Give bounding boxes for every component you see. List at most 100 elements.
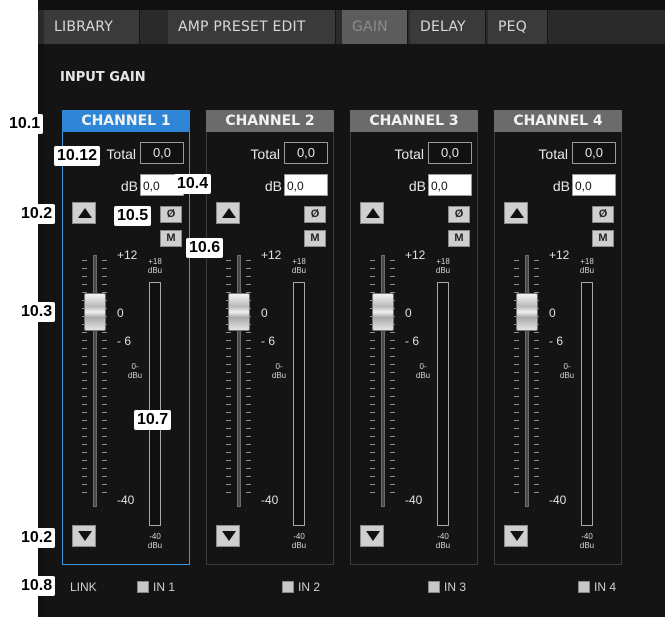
db-label: dB (408, 178, 426, 194)
scale-minus6: - 6 (117, 334, 132, 348)
scale-plus12: +12 (549, 248, 570, 262)
mute-button[interactable]: M (160, 230, 182, 247)
meter-top-label: +18 dBu (291, 257, 307, 275)
gain-down-button[interactable] (360, 525, 384, 547)
level-meter (293, 282, 305, 526)
level-meter (581, 282, 593, 526)
mute-button[interactable]: M (448, 230, 470, 247)
scale-zero: 0 (117, 306, 124, 320)
fader-knob[interactable] (228, 293, 250, 331)
scale-zero: 0 (549, 306, 556, 320)
link-checkbox-in3[interactable] (428, 581, 440, 593)
total-label: Total (394, 146, 424, 162)
tab-peq[interactable]: PEQ (488, 10, 548, 44)
fader-knob[interactable] (372, 293, 394, 331)
channel-4: CHANNEL 4 Total 0,0 dB 0,0 Ø M +12 0 - 6… (494, 110, 622, 565)
meter-mid-label: 0- dBu (127, 362, 143, 380)
mute-button[interactable]: M (592, 230, 614, 247)
channel-1: CHANNEL 1 Total 0,0 dB 0,0 Ø M +12 0 - 6… (62, 110, 190, 565)
callout-10-6: 10.6 (186, 238, 224, 258)
meter-bottom-label: -40 dBu (147, 532, 163, 550)
scale-plus12: +12 (261, 248, 282, 262)
scale-minus40: -40 (117, 493, 135, 507)
phase-invert-button[interactable]: Ø (448, 206, 470, 223)
callout-10-2-top: 10.2 (18, 204, 56, 224)
callout-10-12: 10.12 (54, 146, 101, 166)
meter-mid-label: 0- dBu (271, 362, 287, 380)
meter-mid-label: 0- dBu (415, 362, 431, 380)
total-value: 0,0 (140, 142, 184, 164)
gain-up-button[interactable] (72, 202, 96, 224)
channel-header[interactable]: CHANNEL 4 (494, 110, 622, 132)
phase-invert-button[interactable]: Ø (160, 206, 182, 223)
channel-2: CHANNEL 2 Total 0,0 dB 0,0 Ø M +12 0 - 6… (206, 110, 334, 565)
phase-invert-button[interactable]: Ø (592, 206, 614, 223)
meter-bottom-label: -40 dBu (291, 532, 307, 550)
callout-10-5: 10.5 (114, 206, 152, 226)
gain-down-button[interactable] (504, 525, 528, 547)
db-input[interactable]: 0,0 (428, 174, 472, 196)
fader-knob[interactable] (84, 293, 106, 331)
link-label-in1: IN 1 (153, 580, 176, 594)
tab-amp-preset-edit[interactable]: AMP PRESET EDIT (168, 10, 336, 44)
scale-zero: 0 (261, 306, 268, 320)
total-label: Total (538, 146, 568, 162)
scale-plus12: +12 (117, 248, 138, 262)
callout-10-2-bottom: 10.2 (18, 528, 56, 548)
scale-minus6: - 6 (261, 334, 276, 348)
gain-down-button[interactable] (72, 525, 96, 547)
meter-top-label: +18 dBu (147, 257, 163, 275)
tab-gain[interactable]: GAIN (342, 10, 408, 44)
total-value: 0,0 (428, 142, 472, 164)
scale-minus6: - 6 (405, 334, 420, 348)
callout-10-8: 10.8 (18, 576, 56, 596)
total-value: 0,0 (284, 142, 328, 164)
total-label: Total (250, 146, 280, 162)
db-label: dB (552, 178, 570, 194)
link-checkbox-in2[interactable] (282, 581, 294, 593)
fader-knob[interactable] (516, 293, 538, 331)
mute-button[interactable]: M (304, 230, 326, 247)
scale-minus40: -40 (261, 493, 279, 507)
scale-minus6: - 6 (549, 334, 564, 348)
phase-invert-button[interactable]: Ø (304, 206, 326, 223)
link-label-in4: IN 4 (594, 580, 617, 594)
total-label: Total (106, 146, 136, 162)
scale-zero: 0 (405, 306, 412, 320)
level-meter (437, 282, 449, 526)
db-input[interactable]: 0,0 (572, 174, 616, 196)
callout-10-7: 10.7 (134, 410, 172, 430)
gain-up-button[interactable] (504, 202, 528, 224)
scale-minus40: -40 (549, 493, 567, 507)
meter-bottom-label: -40 dBu (435, 532, 451, 550)
tab-library[interactable]: LIBRARY (44, 10, 140, 44)
gain-up-button[interactable] (360, 202, 384, 224)
meter-bottom-label: -40 dBu (579, 532, 595, 550)
scale-plus12: +12 (405, 248, 426, 262)
callout-10-4: 10.4 (174, 174, 212, 194)
db-label: dB (120, 178, 138, 194)
meter-top-label: +18 dBu (579, 257, 595, 275)
channel-header[interactable]: CHANNEL 2 (206, 110, 334, 132)
db-label: dB (264, 178, 282, 194)
callout-10-1: 10.1 (6, 114, 44, 134)
link-checkbox-in4[interactable] (578, 581, 590, 593)
meter-top-label: +18 dBu (435, 257, 451, 275)
total-value: 0,0 (572, 142, 616, 164)
db-input[interactable]: 0,0 (284, 174, 328, 196)
gain-screen: LIBRARY AMP PRESET EDIT GAIN DELAY PEQ I… (0, 0, 665, 617)
tab-delay[interactable]: DELAY (410, 10, 486, 44)
link-label: LINK (70, 580, 97, 594)
gain-up-button[interactable] (216, 202, 240, 224)
level-meter (149, 282, 161, 526)
channel-header[interactable]: CHANNEL 3 (350, 110, 478, 132)
link-checkbox-in1[interactable] (137, 581, 149, 593)
link-label-in3: IN 3 (444, 580, 467, 594)
scale-minus40: -40 (405, 493, 423, 507)
channel-header[interactable]: CHANNEL 1 (62, 110, 190, 132)
channel-3: CHANNEL 3 Total 0,0 dB 0,0 Ø M +12 0 - 6… (350, 110, 478, 565)
meter-mid-label: 0- dBu (559, 362, 575, 380)
section-title: INPUT GAIN (60, 70, 146, 85)
callout-10-3: 10.3 (18, 302, 56, 322)
gain-down-button[interactable] (216, 525, 240, 547)
